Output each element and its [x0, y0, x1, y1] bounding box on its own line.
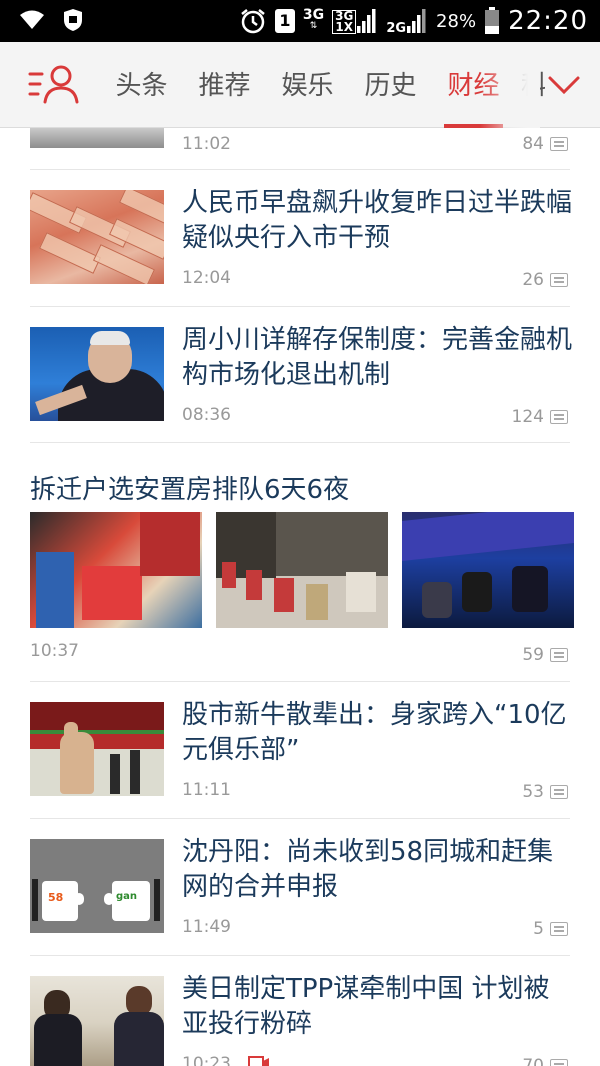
comment-count: 53 — [522, 782, 568, 802]
news-item[interactable]: 58 gan 沈丹阳：尚未收到58同城和赶集网的合并申报 11:49 5 — [0, 819, 600, 955]
comment-count: 70 — [522, 1056, 568, 1066]
network-2g-indicator: 2G — [386, 8, 428, 35]
tab-history[interactable]: 历史 — [349, 42, 432, 128]
news-item-partial[interactable]: 11:02 84 — [0, 128, 600, 168]
news-time: 11:49 — [182, 917, 231, 937]
comment-count: 124 — [512, 407, 568, 427]
news-thumbnail — [30, 190, 164, 284]
news-time: 11:02 — [182, 134, 231, 154]
news-title: 人民币早盘飙升收复昨日过半跌幅 疑似央行入市干预 — [182, 188, 573, 253]
tab-fade-overlay — [480, 42, 540, 128]
signal-bars-icon — [357, 9, 376, 33]
news-item[interactable]: 股市新牛散辈出：身家跨入“10亿元俱乐部” 11:11 53 — [0, 682, 600, 818]
news-title: 沈丹阳：尚未收到58同城和赶集网的合并申报 — [182, 837, 554, 902]
status-bar: 1 3G ⇅ 3G 1X 2G 28% 22:20 — [0, 0, 600, 42]
news-item[interactable]: 周小川详解存保制度：完善金融机构市场化退出机制 08:36 124 — [0, 307, 600, 443]
news-time: 10:23 — [182, 1054, 231, 1066]
news-item[interactable]: 美日制定TPP谋牵制中国 计划被亚投行粉碎 10:23 70 — [0, 956, 600, 1066]
news-thumbnail — [30, 327, 164, 421]
news-thumbnail: 58 gan — [30, 839, 164, 933]
comment-count-value: 59 — [522, 645, 544, 665]
news-thumbnail — [30, 976, 164, 1066]
comment-count-value: 84 — [522, 134, 544, 154]
comment-count: 26 — [522, 270, 568, 290]
gallery-images — [0, 512, 600, 628]
comment-icon — [550, 137, 568, 151]
video-tag-icon — [248, 1056, 269, 1066]
news-title: 股市新牛散辈出：身家跨入“10亿元俱乐部” — [182, 700, 567, 765]
logo-ganji: gan — [116, 891, 138, 902]
comment-count-value: 26 — [522, 270, 544, 290]
news-time: 10:37 — [30, 641, 79, 661]
comment-count-value: 124 — [511, 407, 544, 427]
chevron-down-icon[interactable] — [546, 70, 582, 100]
signal-bars-2g-icon — [407, 9, 426, 33]
alarm-icon — [241, 9, 265, 34]
sim-slot-indicator: 1 — [274, 9, 295, 33]
news-item[interactable]: 人民币早盘飙升收复昨日过半跌幅 疑似央行入市干预 12:04 26 — [0, 170, 600, 306]
news-time: 12:04 — [182, 268, 231, 288]
comment-count: 5 — [533, 919, 568, 939]
news-item-gallery[interactable]: 拆迁户选安置房排队6天6夜 10:37 59 — [0, 443, 600, 681]
news-thumbnail — [30, 702, 164, 796]
gallery-image-1 — [30, 512, 202, 628]
gallery-image-2 — [216, 512, 388, 628]
news-time: 08:36 — [182, 405, 231, 425]
news-thumbnail — [30, 128, 164, 148]
tab-entertainment[interactable]: 娱乐 — [266, 42, 349, 128]
network-3g-indicator: 3G ⇅ — [302, 7, 325, 31]
user-menu-icon[interactable] — [28, 64, 80, 104]
clock: 22:20 — [508, 6, 588, 36]
comment-count-value: 5 — [533, 919, 544, 939]
news-title: 周小川详解存保制度：完善金融机构市场化退出机制 — [182, 325, 573, 390]
comment-icon — [550, 785, 568, 799]
news-title: 拆迁户选安置房排队6天6夜 — [30, 475, 350, 505]
news-title: 美日制定TPP谋牵制中国 计划被亚投行粉碎 — [182, 974, 550, 1039]
news-time: 11:11 — [182, 780, 231, 800]
security-shield-icon — [64, 9, 82, 31]
channel-tab-bar: 头条 推荐 娱乐 历史 财经 科 — [0, 42, 600, 128]
comment-count-value: 53 — [522, 782, 544, 802]
battery-percent: 28% — [436, 10, 477, 32]
comment-icon — [550, 1059, 568, 1066]
comment-icon — [550, 273, 568, 287]
tab-headlines[interactable]: 头条 — [100, 42, 183, 128]
comment-count-value: 70 — [522, 1056, 544, 1066]
network-3g1x-indicator: 3G 1X — [332, 8, 378, 34]
comment-icon — [550, 922, 568, 936]
gallery-image-3 — [402, 512, 574, 628]
logo-58tongcheng: 58 — [48, 891, 64, 904]
comment-icon — [550, 648, 568, 662]
tab-recommend[interactable]: 推荐 — [183, 42, 266, 128]
comment-icon — [550, 410, 568, 424]
comment-count: 59 — [522, 645, 568, 665]
comment-count: 84 — [522, 134, 568, 154]
wifi-icon — [20, 10, 44, 29]
battery-icon — [485, 7, 500, 34]
